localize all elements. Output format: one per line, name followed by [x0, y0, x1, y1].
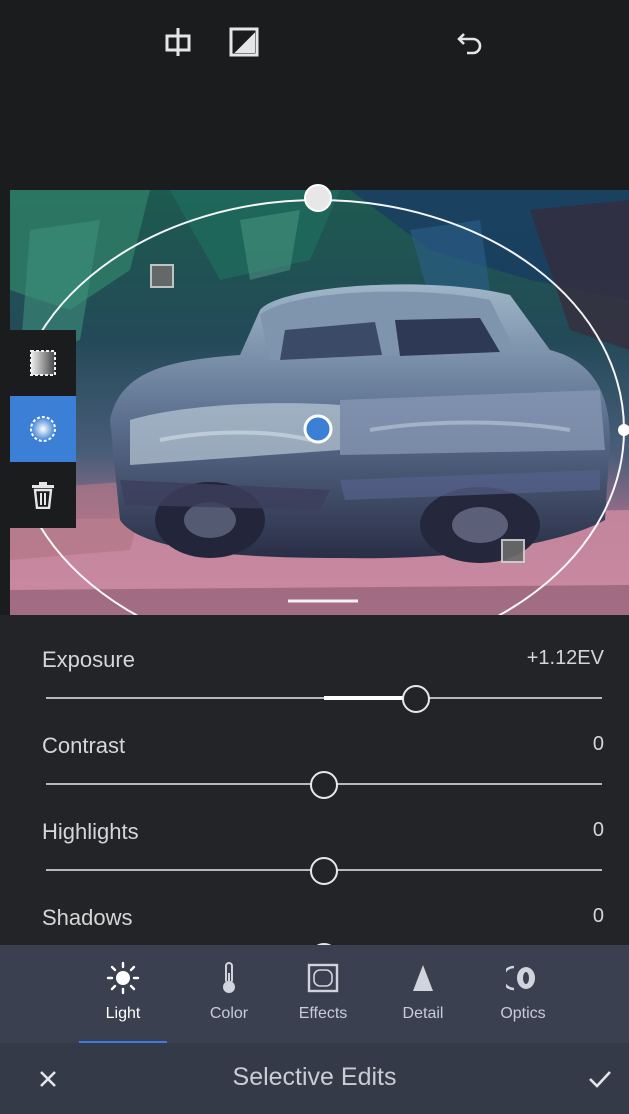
before-after-icon[interactable]	[226, 24, 262, 60]
photo-canvas[interactable]	[10, 190, 629, 615]
checkmark-icon[interactable]	[582, 1061, 618, 1097]
radial-gradient-tool-icon[interactable]	[10, 396, 76, 462]
tab-label: Color	[209, 1005, 249, 1022]
edit-category-tabbar: Light Color Effects Detail Optics	[0, 945, 629, 1044]
slider-label: Contrast	[42, 733, 126, 758]
crop-icon[interactable]	[160, 24, 196, 60]
top-toolbar	[0, 0, 629, 190]
exposure-slider[interactable]: Exposure +1.12EV	[42, 647, 604, 733]
slider-label: Exposure	[42, 647, 135, 672]
panel-title: Selective Edits	[232, 1063, 397, 1091]
tab-label: Detail	[402, 1005, 444, 1022]
slider-thumb[interactable]	[401, 685, 430, 713]
thermometer-icon	[219, 961, 239, 995]
selective-edits-bar: Selective Edits	[0, 1043, 629, 1114]
slider-label: Highlights	[42, 819, 139, 844]
slider-value: +1.12EV	[526, 647, 604, 669]
tab-label: Effects	[298, 1005, 348, 1022]
undo-icon[interactable]	[452, 24, 488, 60]
slider-label: Shadows	[42, 905, 133, 930]
mask-tool-column	[10, 330, 76, 528]
linear-gradient-tool-icon[interactable]	[10, 330, 76, 396]
slider-value: 0	[592, 733, 604, 755]
sun-icon	[106, 961, 140, 995]
delete-icon[interactable]	[10, 462, 76, 528]
contrast-slider[interactable]: Contrast 0	[42, 733, 604, 819]
tab-detail[interactable]: Detail	[379, 945, 467, 1043]
lens-icon	[506, 961, 540, 995]
slider-thumb[interactable]	[310, 857, 338, 885]
tab-color[interactable]: Color	[185, 945, 273, 1043]
slider-value: 0	[592, 819, 604, 841]
light-adjustments-panel: Exposure +1.12EV Contrast 0 Highlights 0…	[0, 615, 629, 971]
tab-effects[interactable]: Effects	[279, 945, 367, 1043]
tab-light[interactable]: Light	[79, 945, 167, 1043]
vignette-icon	[307, 961, 339, 995]
triangle-icon	[411, 961, 435, 995]
slider-value: 0	[592, 905, 604, 927]
tab-label: Optics	[500, 1005, 546, 1022]
slider-thumb[interactable]	[310, 771, 338, 799]
tab-optics[interactable]: Optics	[479, 945, 567, 1043]
tab-label: Light	[105, 1005, 141, 1022]
highlights-slider[interactable]: Highlights 0	[42, 819, 604, 905]
